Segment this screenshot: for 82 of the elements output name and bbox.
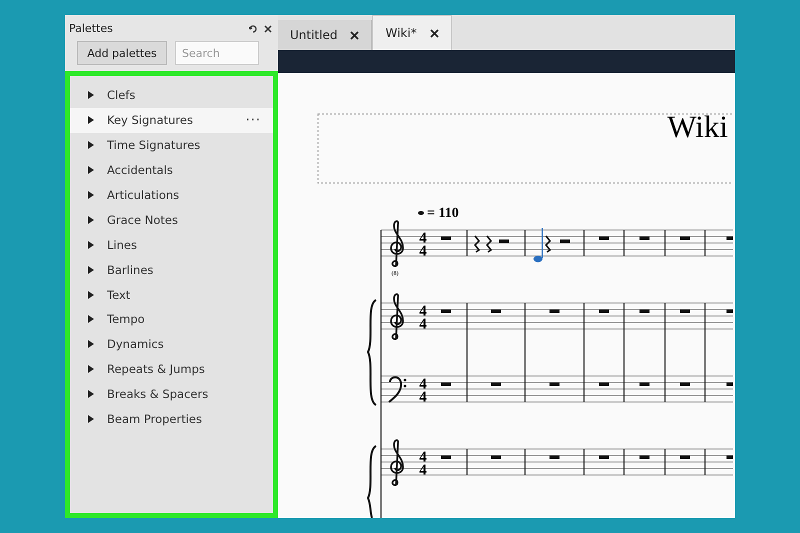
rest-icon	[640, 310, 650, 313]
expand-arrow-icon[interactable]	[88, 141, 94, 150]
time-signature-bottom: 4	[419, 462, 427, 478]
rest-icon	[680, 382, 690, 386]
expand-arrow-icon[interactable]	[88, 166, 94, 174]
palette-item[interactable]: Barlines	[70, 257, 273, 282]
time-signature-bottom: 4	[419, 390, 427, 406]
tempo-note-icon	[418, 211, 424, 215]
palette-item[interactable]: Lines	[70, 232, 273, 258]
palette-item[interactable]: Clefs	[70, 83, 273, 108]
rest-icon	[726, 382, 733, 386]
brace-icon	[367, 299, 377, 406]
search-field[interactable]: Search	[175, 41, 259, 65]
rest-icon	[599, 310, 609, 313]
palette-item[interactable]: Articulations	[70, 182, 273, 208]
time-signature-top: 4	[419, 304, 427, 320]
expand-arrow-icon[interactable]	[88, 340, 94, 348]
close-icon[interactable]	[350, 30, 360, 40]
palette-item[interactable]: Repeats & Jumps	[70, 356, 273, 382]
expand-arrow-icon[interactable]	[88, 191, 94, 199]
expand-arrow-icon[interactable]	[88, 390, 94, 398]
document-tab[interactable]: Wiki*	[372, 15, 452, 50]
treble-clef-icon	[390, 293, 404, 340]
palette-item[interactable]: Key Signatures ···	[70, 108, 273, 133]
rest-icon	[550, 382, 560, 386]
rest-icon	[599, 236, 609, 240]
palette-item[interactable]: Tempo	[70, 307, 273, 332]
treble-clef-icon	[390, 220, 404, 268]
rest-icon	[640, 382, 650, 386]
palette-item[interactable]: Text	[70, 282, 273, 308]
treble-clef-icon	[390, 439, 404, 486]
palette-item[interactable]: Beam Properties	[70, 406, 273, 432]
expand-arrow-icon[interactable]	[88, 91, 94, 100]
close-icon[interactable]	[264, 24, 272, 32]
palette-item[interactable]: Dynamics	[70, 332, 273, 357]
time-signature-top: 4	[419, 450, 427, 466]
expand-arrow-icon[interactable]	[88, 116, 94, 124]
rest-icon	[599, 456, 609, 459]
rest-icon	[726, 236, 733, 240]
rest-icon	[640, 236, 650, 240]
more-options[interactable]: ···	[246, 112, 261, 128]
palette-item[interactable]: Grace Notes	[70, 207, 273, 232]
expand-arrow-icon[interactable]	[88, 415, 94, 424]
time-signature-top: 4	[419, 230, 427, 246]
rests-drawing	[474, 235, 509, 253]
rest-icon	[640, 456, 650, 459]
note-and-rests-drawing	[534, 228, 570, 262]
palette-item[interactable]: Breaks & Spacers	[70, 382, 273, 407]
expand-arrow-icon[interactable]	[88, 315, 94, 324]
rest-icon	[491, 382, 501, 386]
document-tab[interactable]: Untitled	[278, 20, 372, 50]
expand-arrow-icon[interactable]	[88, 216, 94, 224]
rest-icon	[726, 456, 733, 459]
rest-icon	[441, 310, 451, 313]
rest-icon	[491, 456, 501, 459]
add-palettes-button[interactable]: Add palettes	[77, 41, 167, 65]
rest-icon	[441, 382, 451, 386]
rest-icon	[441, 236, 451, 240]
score-title: Wiki	[667, 109, 728, 144]
time-signature-top: 4	[419, 376, 427, 392]
expand-arrow-icon[interactable]	[88, 240, 94, 249]
expand-arrow-icon[interactable]	[88, 365, 94, 374]
rest-icon	[726, 310, 733, 313]
time-signature-bottom: 4	[419, 316, 427, 332]
rest-icon	[680, 456, 690, 459]
rest-icon	[441, 456, 451, 459]
rest-icon	[550, 310, 560, 313]
tempo-marking: = 110	[427, 206, 459, 221]
rest-icon	[680, 236, 690, 240]
brace-icon	[367, 445, 377, 518]
rest-icon	[491, 310, 501, 313]
rest-icon	[680, 310, 690, 313]
rest-icon	[599, 382, 609, 386]
palette-item[interactable]: Time Signatures	[70, 132, 273, 158]
expand-arrow-icon[interactable]	[88, 290, 94, 299]
bass-clef-icon	[388, 376, 406, 403]
close-icon[interactable]	[430, 28, 439, 38]
rest-icon	[550, 456, 560, 459]
panel-title: Palettes	[69, 22, 113, 35]
palette-item[interactable]: Accidentals	[70, 158, 273, 183]
expand-arrow-icon[interactable]	[88, 266, 94, 274]
time-signature-bottom: 4	[419, 244, 427, 260]
